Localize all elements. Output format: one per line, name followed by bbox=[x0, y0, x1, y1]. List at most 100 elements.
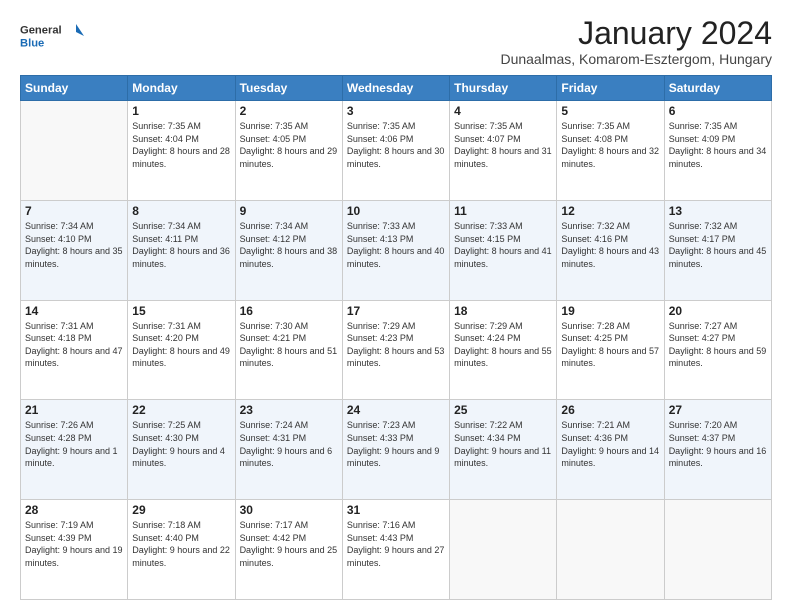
day-cell: 24 Sunrise: 7:23 AM Sunset: 4:33 PM Dayl… bbox=[342, 400, 449, 500]
day-cell: 3 Sunrise: 7:35 AM Sunset: 4:06 PM Dayli… bbox=[342, 101, 449, 201]
day-info: Sunrise: 7:35 AM Sunset: 4:09 PM Dayligh… bbox=[669, 120, 767, 170]
day-number: 22 bbox=[132, 403, 230, 417]
daylight: Daylight: 8 hours and 51 minutes. bbox=[240, 345, 338, 370]
day-number: 21 bbox=[25, 403, 123, 417]
day-cell: 10 Sunrise: 7:33 AM Sunset: 4:13 PM Dayl… bbox=[342, 200, 449, 300]
sunset: Sunset: 4:12 PM bbox=[240, 233, 338, 246]
sunrise: Sunrise: 7:35 AM bbox=[347, 120, 445, 133]
sunrise: Sunrise: 7:29 AM bbox=[454, 320, 552, 333]
sunset: Sunset: 4:17 PM bbox=[669, 233, 767, 246]
sunrise: Sunrise: 7:16 AM bbox=[347, 519, 445, 532]
daylight: Daylight: 9 hours and 6 minutes. bbox=[240, 445, 338, 470]
day-info: Sunrise: 7:28 AM Sunset: 4:25 PM Dayligh… bbox=[561, 320, 659, 370]
sunset: Sunset: 4:04 PM bbox=[132, 133, 230, 146]
day-cell: 6 Sunrise: 7:35 AM Sunset: 4:09 PM Dayli… bbox=[664, 101, 771, 201]
sunset: Sunset: 4:05 PM bbox=[240, 133, 338, 146]
sunset: Sunset: 4:10 PM bbox=[25, 233, 123, 246]
sunset: Sunset: 4:24 PM bbox=[454, 332, 552, 345]
daylight: Daylight: 8 hours and 59 minutes. bbox=[669, 345, 767, 370]
svg-text:General: General bbox=[20, 25, 62, 37]
sunset: Sunset: 4:21 PM bbox=[240, 332, 338, 345]
week-row-3: 21 Sunrise: 7:26 AM Sunset: 4:28 PM Dayl… bbox=[21, 400, 772, 500]
daylight: Daylight: 9 hours and 22 minutes. bbox=[132, 544, 230, 569]
day-info: Sunrise: 7:30 AM Sunset: 4:21 PM Dayligh… bbox=[240, 320, 338, 370]
day-info: Sunrise: 7:35 AM Sunset: 4:06 PM Dayligh… bbox=[347, 120, 445, 170]
day-info: Sunrise: 7:20 AM Sunset: 4:37 PM Dayligh… bbox=[669, 419, 767, 469]
day-number: 25 bbox=[454, 403, 552, 417]
logo-svg: General Blue bbox=[20, 16, 84, 56]
day-number: 4 bbox=[454, 104, 552, 118]
daylight: Daylight: 8 hours and 32 minutes. bbox=[561, 145, 659, 170]
day-cell: 15 Sunrise: 7:31 AM Sunset: 4:20 PM Dayl… bbox=[128, 300, 235, 400]
sunset: Sunset: 4:36 PM bbox=[561, 432, 659, 445]
week-row-0: 1 Sunrise: 7:35 AM Sunset: 4:04 PM Dayli… bbox=[21, 101, 772, 201]
day-number: 20 bbox=[669, 304, 767, 318]
day-info: Sunrise: 7:32 AM Sunset: 4:17 PM Dayligh… bbox=[669, 220, 767, 270]
sunrise: Sunrise: 7:19 AM bbox=[25, 519, 123, 532]
sunrise: Sunrise: 7:29 AM bbox=[347, 320, 445, 333]
sunset: Sunset: 4:40 PM bbox=[132, 532, 230, 545]
sunset: Sunset: 4:08 PM bbox=[561, 133, 659, 146]
daylight: Daylight: 8 hours and 55 minutes. bbox=[454, 345, 552, 370]
daylight: Daylight: 8 hours and 35 minutes. bbox=[25, 245, 123, 270]
day-number: 19 bbox=[561, 304, 659, 318]
day-cell: 25 Sunrise: 7:22 AM Sunset: 4:34 PM Dayl… bbox=[450, 400, 557, 500]
daylight: Daylight: 8 hours and 38 minutes. bbox=[240, 245, 338, 270]
page: General Blue January 2024 Dunaalmas, Kom… bbox=[0, 0, 792, 612]
day-info: Sunrise: 7:16 AM Sunset: 4:43 PM Dayligh… bbox=[347, 519, 445, 569]
day-cell: 29 Sunrise: 7:18 AM Sunset: 4:40 PM Dayl… bbox=[128, 500, 235, 600]
day-cell: 30 Sunrise: 7:17 AM Sunset: 4:42 PM Dayl… bbox=[235, 500, 342, 600]
day-number: 29 bbox=[132, 503, 230, 517]
sunrise: Sunrise: 7:28 AM bbox=[561, 320, 659, 333]
sunset: Sunset: 4:15 PM bbox=[454, 233, 552, 246]
sunrise: Sunrise: 7:20 AM bbox=[669, 419, 767, 432]
day-number: 2 bbox=[240, 104, 338, 118]
day-info: Sunrise: 7:21 AM Sunset: 4:36 PM Dayligh… bbox=[561, 419, 659, 469]
sunset: Sunset: 4:28 PM bbox=[25, 432, 123, 445]
day-number: 6 bbox=[669, 104, 767, 118]
day-cell: 31 Sunrise: 7:16 AM Sunset: 4:43 PM Dayl… bbox=[342, 500, 449, 600]
day-number: 11 bbox=[454, 204, 552, 218]
day-cell: 12 Sunrise: 7:32 AM Sunset: 4:16 PM Dayl… bbox=[557, 200, 664, 300]
sunrise: Sunrise: 7:32 AM bbox=[669, 220, 767, 233]
day-info: Sunrise: 7:35 AM Sunset: 4:04 PM Dayligh… bbox=[132, 120, 230, 170]
day-info: Sunrise: 7:33 AM Sunset: 4:15 PM Dayligh… bbox=[454, 220, 552, 270]
calendar-header: Sunday Monday Tuesday Wednesday Thursday… bbox=[21, 76, 772, 101]
sunrise: Sunrise: 7:31 AM bbox=[25, 320, 123, 333]
header: General Blue January 2024 Dunaalmas, Kom… bbox=[20, 16, 772, 67]
sunset: Sunset: 4:06 PM bbox=[347, 133, 445, 146]
day-cell: 18 Sunrise: 7:29 AM Sunset: 4:24 PM Dayl… bbox=[450, 300, 557, 400]
daylight: Daylight: 8 hours and 41 minutes. bbox=[454, 245, 552, 270]
day-number: 30 bbox=[240, 503, 338, 517]
sunrise: Sunrise: 7:31 AM bbox=[132, 320, 230, 333]
sunset: Sunset: 4:23 PM bbox=[347, 332, 445, 345]
day-number: 28 bbox=[25, 503, 123, 517]
sunset: Sunset: 4:30 PM bbox=[132, 432, 230, 445]
day-cell bbox=[557, 500, 664, 600]
day-number: 24 bbox=[347, 403, 445, 417]
daylight: Daylight: 8 hours and 36 minutes. bbox=[132, 245, 230, 270]
daylight: Daylight: 9 hours and 1 minute. bbox=[25, 445, 123, 470]
day-info: Sunrise: 7:27 AM Sunset: 4:27 PM Dayligh… bbox=[669, 320, 767, 370]
day-info: Sunrise: 7:34 AM Sunset: 4:12 PM Dayligh… bbox=[240, 220, 338, 270]
day-info: Sunrise: 7:18 AM Sunset: 4:40 PM Dayligh… bbox=[132, 519, 230, 569]
sunset: Sunset: 4:18 PM bbox=[25, 332, 123, 345]
day-number: 1 bbox=[132, 104, 230, 118]
day-info: Sunrise: 7:24 AM Sunset: 4:31 PM Dayligh… bbox=[240, 419, 338, 469]
sunrise: Sunrise: 7:35 AM bbox=[240, 120, 338, 133]
daylight: Daylight: 8 hours and 40 minutes. bbox=[347, 245, 445, 270]
daylight: Daylight: 9 hours and 9 minutes. bbox=[347, 445, 445, 470]
week-row-2: 14 Sunrise: 7:31 AM Sunset: 4:18 PM Dayl… bbox=[21, 300, 772, 400]
sunset: Sunset: 4:20 PM bbox=[132, 332, 230, 345]
week-row-1: 7 Sunrise: 7:34 AM Sunset: 4:10 PM Dayli… bbox=[21, 200, 772, 300]
sunset: Sunset: 4:33 PM bbox=[347, 432, 445, 445]
day-number: 27 bbox=[669, 403, 767, 417]
day-info: Sunrise: 7:35 AM Sunset: 4:08 PM Dayligh… bbox=[561, 120, 659, 170]
day-info: Sunrise: 7:22 AM Sunset: 4:34 PM Dayligh… bbox=[454, 419, 552, 469]
day-cell: 13 Sunrise: 7:32 AM Sunset: 4:17 PM Dayl… bbox=[664, 200, 771, 300]
day-info: Sunrise: 7:31 AM Sunset: 4:18 PM Dayligh… bbox=[25, 320, 123, 370]
day-number: 9 bbox=[240, 204, 338, 218]
day-info: Sunrise: 7:35 AM Sunset: 4:05 PM Dayligh… bbox=[240, 120, 338, 170]
sunset: Sunset: 4:27 PM bbox=[669, 332, 767, 345]
day-info: Sunrise: 7:33 AM Sunset: 4:13 PM Dayligh… bbox=[347, 220, 445, 270]
